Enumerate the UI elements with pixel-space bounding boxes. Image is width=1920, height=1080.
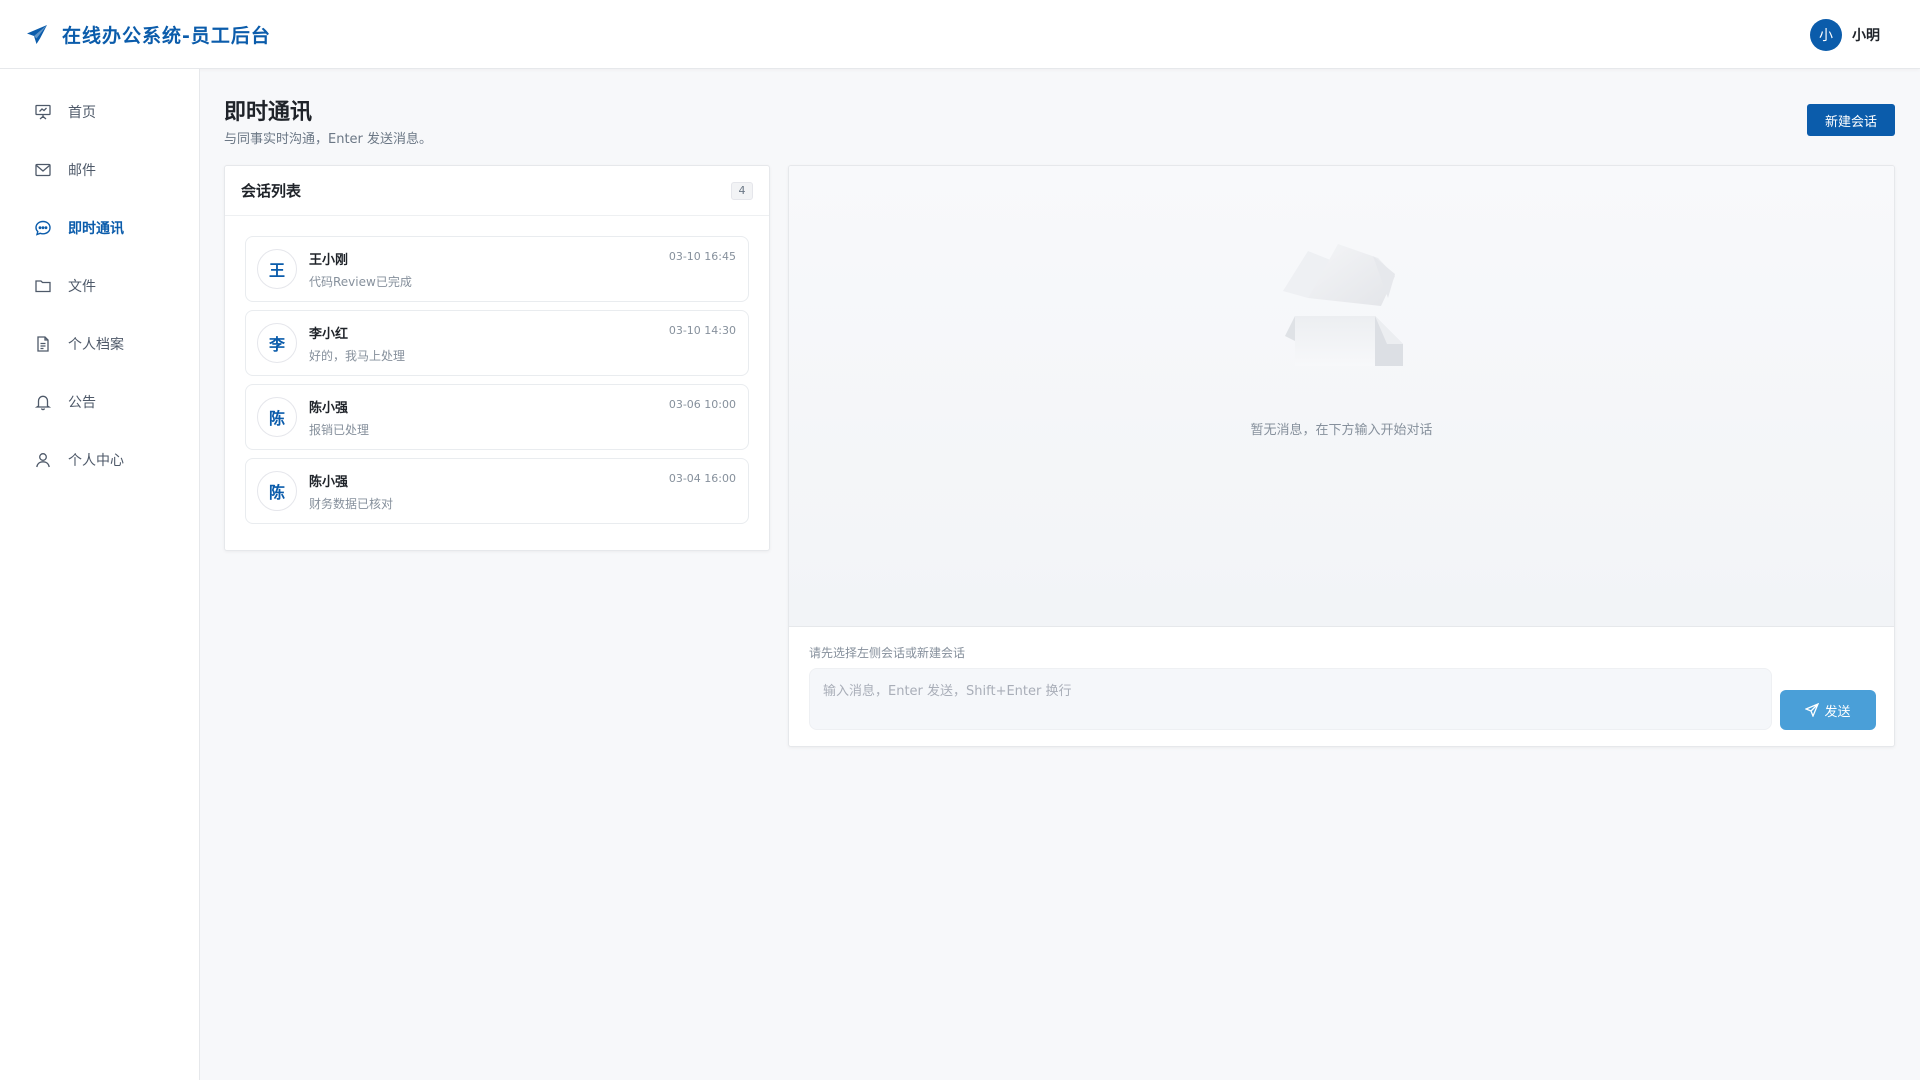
sidebar-item-label: 个人中心 [68,453,124,469]
conversation-name: 李小红 [309,326,349,342]
sidebar-item-files[interactable]: 文件 [0,257,199,315]
conversation-name: 陈小强 [309,400,349,416]
presentation-icon [34,103,52,121]
sidebar: 首页 邮件 即时通讯 文件 个人档案 公告 个人中心 [0,69,200,1080]
sidebar-item-label: 首页 [68,105,96,121]
conversation-list-panel: 会话列表 4 王 王小刚 代码Review已完成 03-10 16:45 李 李… [224,165,770,551]
user-name[interactable]: 小明 [1852,25,1880,45]
avatar: 陈 [257,471,297,511]
sidebar-item-mail[interactable]: 邮件 [0,141,199,199]
send-icon [1805,703,1820,717]
send-button[interactable]: 发送 [1780,690,1876,730]
conversation-count-badge: 4 [731,181,753,200]
empty-message-text: 暂无消息，在下方输入开始对话 [1250,423,1433,438]
conversation-preview: 好的，我马上处理 [309,348,406,363]
conversation-name: 陈小强 [309,474,349,490]
conversation-preview: 报销已处理 [309,422,370,437]
sidebar-item-label: 文件 [68,279,96,295]
paper-plane-icon [25,23,49,47]
chat-bubble-icon [34,219,52,237]
document-icon [34,335,52,353]
conversation-preview: 财务数据已核对 [309,496,394,511]
conversation-time: 03-10 14:30 [668,324,736,337]
top-header: 在线办公系统-员工后台 小 小明 [0,0,1920,69]
empty-box-icon [1283,244,1403,366]
conversation-item[interactable]: 李 李小红 好的，我马上处理 03-10 14:30 [245,310,749,376]
sidebar-item-label: 即时通讯 [68,221,124,237]
conversation-time: 03-04 16:00 [668,472,736,485]
conversation-list-title: 会话列表 [241,182,302,200]
sidebar-item-label: 公告 [68,395,96,411]
new-conversation-button[interactable]: 新建会话 [1807,104,1895,136]
user-menu[interactable]: 小 小明 [1810,0,1880,69]
avatar: 王 [257,249,297,289]
conversation-item[interactable]: 王 王小刚 代码Review已完成 03-10 16:45 [245,236,749,302]
sidebar-item-chat[interactable]: 即时通讯 [0,199,199,257]
bell-icon [34,393,52,411]
folder-icon [34,277,52,295]
chat-hint: 请先选择左侧会话或新建会话 [809,646,966,660]
mail-icon [34,161,52,179]
conversation-time: 03-06 10:00 [668,398,736,411]
chat-panel: 暂无消息，在下方输入开始对话 请先选择左侧会话或新建会话 发送 [788,165,1895,747]
conversation-item[interactable]: 陈 陈小强 报销已处理 03-06 10:00 [245,384,749,450]
conversation-time: 03-10 16:45 [668,250,736,263]
sidebar-item-label: 个人档案 [68,337,124,353]
sidebar-item-home[interactable]: 首页 [0,83,199,141]
conversation-item[interactable]: 陈 陈小强 财务数据已核对 03-04 16:00 [245,458,749,524]
user-icon [34,451,52,469]
app-title: 在线办公系统-员工后台 [62,25,271,47]
conversation-name: 王小刚 [309,252,349,268]
sidebar-item-announcements[interactable]: 公告 [0,373,199,431]
avatar[interactable]: 小 [1810,18,1842,51]
conversation-preview: 代码Review已完成 [309,274,412,289]
brand[interactable]: 在线办公系统-员工后台 [25,0,271,69]
conversation-list: 王 王小刚 代码Review已完成 03-10 16:45 李 李小红 好的，我… [225,216,769,524]
sidebar-item-profile-file[interactable]: 个人档案 [0,315,199,373]
send-button-label: 发送 [1824,704,1851,720]
page-title: 即时通讯 [224,100,313,125]
sidebar-item-user-center[interactable]: 个人中心 [0,431,199,489]
message-area[interactable]: 暂无消息，在下方输入开始对话 [789,166,1894,627]
avatar: 陈 [257,397,297,437]
conversation-list-header: 会话列表 4 [225,166,769,216]
sidebar-item-label: 邮件 [68,163,96,179]
page-subtitle: 与同事实时沟通，Enter 发送消息。 [224,132,433,147]
message-input[interactable] [809,668,1772,730]
avatar: 李 [257,323,297,363]
